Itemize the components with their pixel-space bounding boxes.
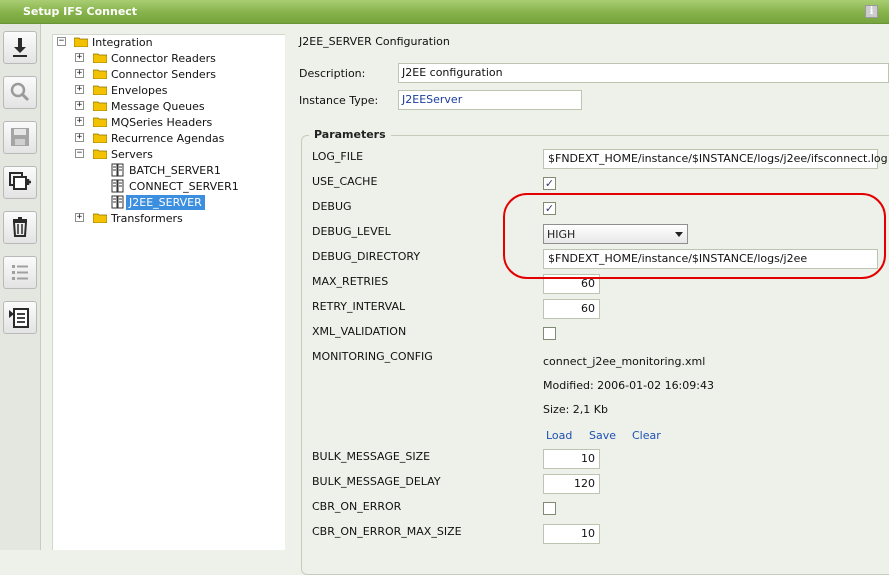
folder-icon [74,37,88,47]
expand-icon[interactable]: + [75,69,84,78]
use-cache-label: USE_CACHE [312,175,378,188]
expand-icon[interactable]: + [75,85,84,94]
left-toolbar [0,24,41,550]
expand-icon[interactable]: + [75,53,84,62]
collapse-icon[interactable]: − [75,149,84,158]
folder-icon [93,133,107,143]
properties-button[interactable] [3,301,37,334]
description-label: Description: [299,67,366,80]
monitoring-config-label: MONITORING_CONFIG [312,350,433,363]
folder-icon [93,69,107,79]
monitoring-size: Size: 2,1 Kb [543,403,608,416]
expand-icon[interactable]: + [75,101,84,110]
delete-button[interactable] [3,211,37,244]
instance-type-label: Instance Type: [299,94,379,107]
tree-item-servers[interactable]: Servers [111,147,153,162]
clear-link[interactable]: Clear [632,429,661,442]
tree-item-transformers[interactable]: Transformers [111,211,183,226]
title-bar: Setup IFS Connect i [0,0,889,24]
load-link[interactable]: Load [546,429,572,442]
retry-interval-label: RETRY_INTERVAL [312,300,406,313]
debug-label: DEBUG [312,200,352,213]
cbr-on-error-checkbox[interactable] [543,502,556,515]
xml-validation-label: XML_VALIDATION [312,325,407,338]
folder-icon [93,213,107,223]
search-icon [10,82,30,102]
trash-icon [12,217,28,237]
debug-directory-label: DEBUG_DIRECTORY [312,250,421,263]
expand-icon[interactable]: + [75,117,84,126]
list-icon [12,265,28,280]
tree-item-connector-readers[interactable]: Connector Readers [111,51,216,66]
tree-item-j2ee-server[interactable]: J2EE_SERVER [126,195,205,210]
server-icon [111,195,124,209]
server-icon [111,163,124,177]
monitoring-modified: Modified: 2006-01-02 16:09:43 [543,379,714,392]
tree-item-connector-senders[interactable]: Connector Senders [111,67,216,82]
tree-item-recurrence-agendas[interactable]: Recurrence Agendas [111,131,224,146]
parameters-title: Parameters [309,128,391,141]
window-title: Setup IFS Connect [23,5,138,18]
log-file-field[interactable]: $FNDEXT_HOME/instance/$INSTANCE/logs/j2e… [543,149,888,169]
cbr-on-error-label: CBR_ON_ERROR [312,500,402,513]
tree-item-message-queues[interactable]: Message Queues [111,99,205,114]
xml-validation-checkbox[interactable] [543,327,556,340]
tree-item-connect-server1[interactable]: CONNECT_SERVER1 [129,179,239,194]
highlight-annotation [503,193,886,279]
max-retries-label: MAX_RETRIES [312,275,389,288]
expand-icon[interactable]: + [75,213,84,222]
page-title: J2EE_SERVER Configuration [299,35,450,48]
description-field[interactable]: J2EE configuration [398,63,889,83]
save-link[interactable]: Save [589,429,616,442]
instance-type-field[interactable]: J2EEServer [398,90,582,110]
tree-item-mqseries-headers[interactable]: MQSeries Headers [111,115,212,130]
use-cache-checkbox[interactable]: ✓ [543,177,556,190]
cbr-on-error-max-size-label: CBR_ON_ERROR_MAX_SIZE [312,525,462,538]
search-button[interactable] [3,76,37,109]
bulk-message-delay-field[interactable]: 120 [543,474,600,494]
properties-icon [9,308,29,328]
save-button[interactable] [3,121,37,154]
add-button[interactable] [3,166,37,199]
bulk-message-size-field[interactable]: 10 [543,449,600,469]
tree-item-envelopes[interactable]: Envelopes [111,83,167,98]
retry-interval-field[interactable]: 60 [543,299,600,319]
download-icon [13,38,27,57]
tree-item-integration[interactable]: Integration [92,35,153,50]
bulk-message-delay-label: BULK_MESSAGE_DELAY [312,475,441,488]
expand-integration-icon[interactable]: − [57,37,66,46]
save-icon [11,128,29,146]
list-button[interactable] [3,256,37,289]
expand-icon[interactable]: + [75,133,84,142]
folder-icon [93,117,107,127]
tree-item-batch-server1[interactable]: BATCH_SERVER1 [129,163,221,178]
download-button[interactable] [3,31,37,64]
folder-icon [93,149,107,159]
folder-icon [93,85,107,95]
debug-level-label: DEBUG_LEVEL [312,225,391,238]
info-icon[interactable]: i [865,5,878,18]
monitoring-file-name: connect_j2ee_monitoring.xml [543,355,706,368]
add-icon [9,172,31,190]
cbr-on-error-max-size-field[interactable]: 10 [543,524,600,544]
server-icon [111,179,124,193]
folder-icon [93,53,107,63]
bulk-message-size-label: BULK_MESSAGE_SIZE [312,450,431,463]
log-file-label: LOG_FILE [312,150,364,163]
folder-icon [93,101,107,111]
